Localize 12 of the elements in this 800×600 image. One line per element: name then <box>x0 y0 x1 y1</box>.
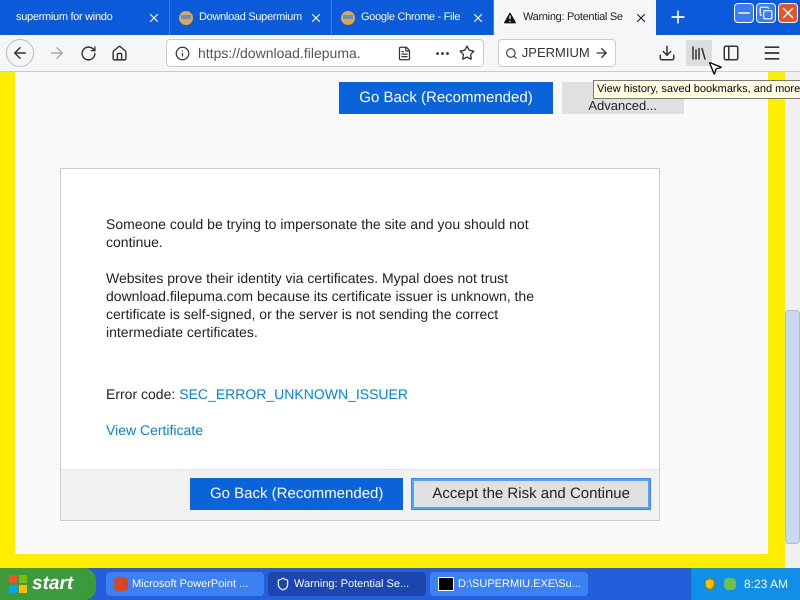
tab-title: Warning: Potential Se <box>523 10 624 26</box>
warning-text: Websites prove their identity via certificates. Mypal does not trust download.filepuma.com because its certificate issuer is unknown, the certificate is self-signed, or the server is not sending the correct intermediate certificates. <box>106 269 535 341</box>
task-title: Microsoft PowerPoint ... <box>132 576 248 592</box>
tab-title: Google Chrome - File <box>361 10 462 26</box>
task-title: Warning: Potential Se... <box>294 576 410 592</box>
error-code-label: Error code: <box>106 385 176 403</box>
tab-title: supermium for windo <box>16 10 114 26</box>
clock: 8:23 AM <box>744 576 788 593</box>
warning-text: Someone could be trying to impersonate the site and you should not continue. <box>106 215 530 251</box>
tooltip: View history, saved bookmarks, and more <box>593 80 800 98</box>
task-title: D:\SUPERMIU.EXE\Su... <box>458 576 581 592</box>
tab-title: Download Supermium <box>199 10 303 26</box>
